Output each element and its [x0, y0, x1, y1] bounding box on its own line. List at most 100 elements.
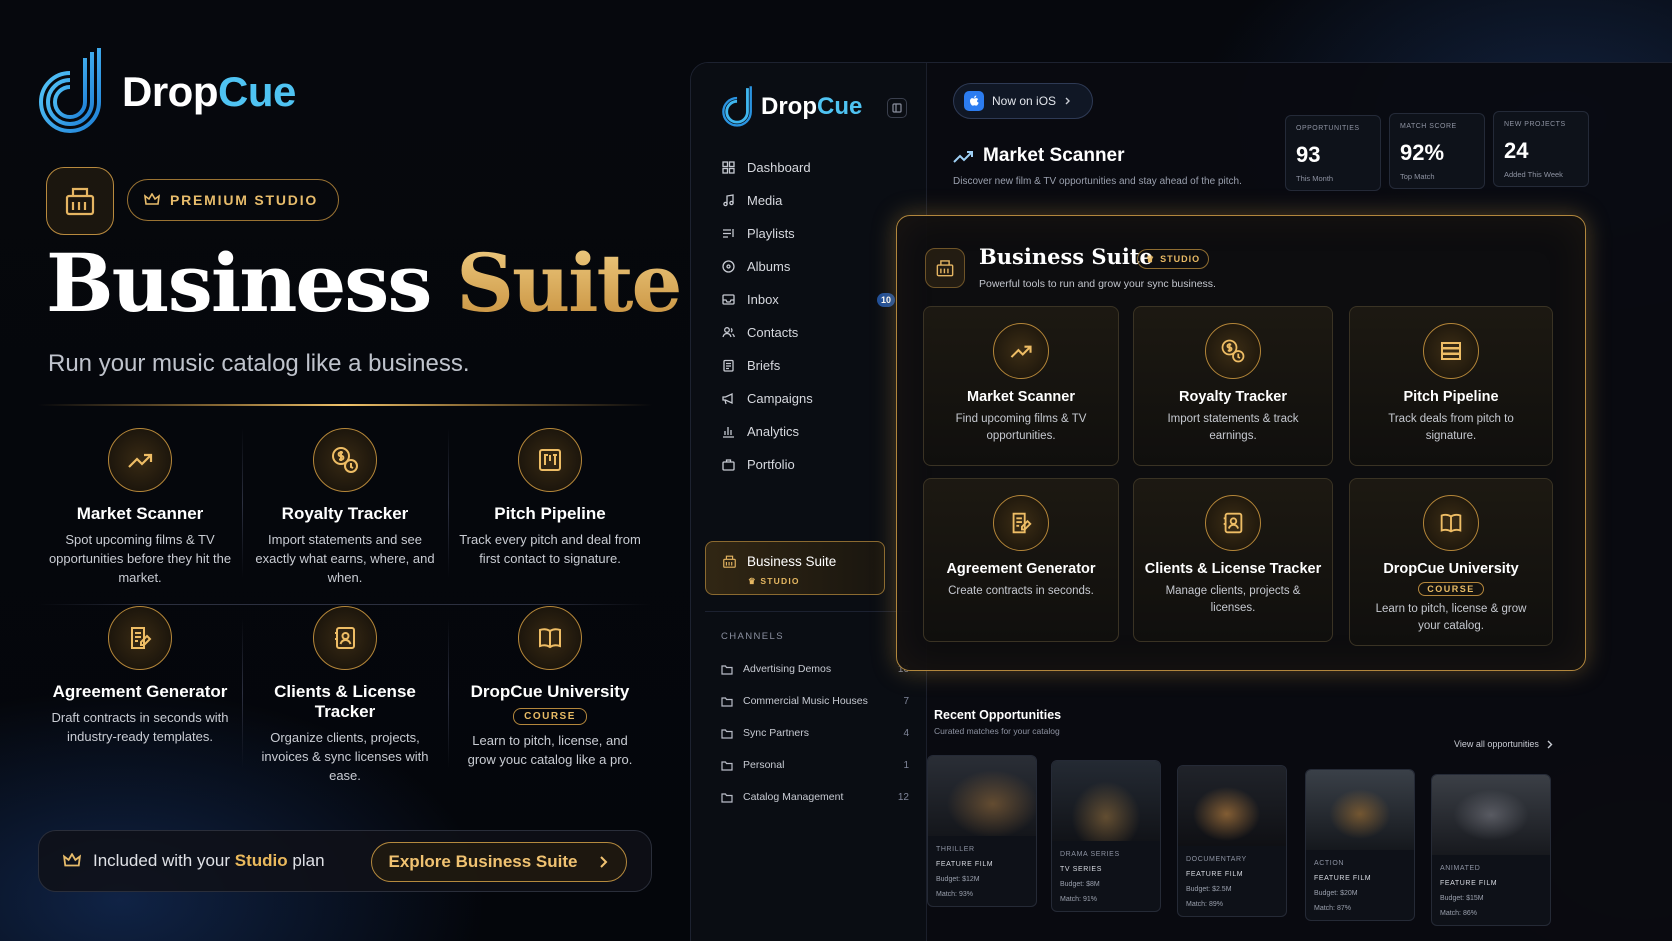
trend-up-icon	[953, 151, 973, 163]
opportunity-card[interactable]: DRAMA SERIES TV SERIES Budget: $8M Match: 9…	[1051, 760, 1161, 912]
sidebar-item-portfolio[interactable]: Portfolio	[721, 448, 911, 481]
now-on-ios-button[interactable]: Now on iOS	[953, 83, 1093, 119]
folder-icon	[721, 728, 733, 739]
stat-opportunities: OPPORTUNITIES 93 This Month	[1285, 115, 1381, 191]
studio-badge: ♛ STUDIO	[1137, 249, 1210, 269]
market-scanner-heading: Market Scanner	[953, 145, 1125, 167]
feature-desc: Organize clients, projects, invoices & s…	[261, 730, 429, 783]
inbox-count-badge: 10	[877, 292, 895, 307]
contacts-icon	[721, 326, 735, 340]
sidebar-item-albums[interactable]: Albums	[721, 250, 911, 283]
playlist-icon	[721, 227, 735, 241]
briefs-icon	[721, 359, 735, 373]
stat-match-score: MATCH SCORE 92% Top Match	[1389, 113, 1485, 189]
explore-business-suite-button[interactable]: Explore Business Suite	[371, 842, 627, 882]
folder-icon	[721, 792, 733, 803]
feature-royalty-tracker: Royalty Tracker Import statements and se…	[243, 428, 447, 587]
sidebar-item-media[interactable]: Media	[721, 184, 911, 217]
recent-opportunities-subtitle: Curated matches for your catalog	[934, 726, 1060, 736]
feature-clients-license-tracker: Clients & License Tracker Organize clien…	[243, 606, 447, 785]
poster-image	[1306, 770, 1414, 850]
card-clients-license-tracker[interactable]: Clients & License Tracker Manage clients,…	[1133, 478, 1333, 642]
feature-pitch-pipeline: Pitch Pipeline Track every pitch and dea…	[448, 428, 652, 568]
poster-image	[1178, 766, 1286, 846]
brand-name: DropCue	[122, 68, 296, 115]
poster-image	[928, 756, 1036, 836]
hero-subtitle: Run your music catalog like a business.	[48, 350, 470, 377]
business-building-icon	[723, 555, 736, 568]
channel-item[interactable]: Sync Partners 4	[721, 717, 917, 749]
feature-desc: Draft contracts in seconds with industry…	[51, 710, 229, 744]
feature-title: Clients & License Tracker	[274, 682, 416, 721]
sidebar-item-briefs[interactable]: Briefs	[721, 349, 911, 382]
contract-icon	[131, 627, 152, 649]
stat-new-projects: NEW PROJECTS 24 Added This Week	[1493, 111, 1589, 187]
channel-item[interactable]: Personal 1	[721, 749, 917, 781]
trend-up-icon	[128, 453, 153, 468]
sidebar-item-campaigns[interactable]: Campaigns	[721, 382, 911, 415]
plan-text: Included with your Studio plan	[93, 851, 325, 870]
trend-up-icon	[1010, 345, 1032, 358]
channels-heading: CHANNELS	[721, 631, 784, 642]
book-icon	[1440, 513, 1462, 533]
channel-item[interactable]: Advertising Demos16	[721, 653, 917, 685]
premium-studio-badge: PREMIUM STUDIO	[127, 179, 340, 221]
card-royalty-tracker[interactable]: Royalty Tracker Import statements & track…	[1133, 306, 1333, 466]
gold-divider	[38, 404, 652, 406]
contract-icon	[1012, 512, 1032, 534]
channel-item[interactable]: Commercial Music Houses 7	[721, 685, 917, 717]
album-icon	[721, 260, 735, 274]
recent-opportunities-title: Recent Opportunities	[934, 708, 1062, 722]
contact-card-icon	[335, 627, 355, 649]
sidebar-item-inbox[interactable]: Inbox 10	[721, 283, 911, 316]
inbox-icon	[721, 293, 735, 307]
studio-plan-bar: Included with your Studio plan Explore B…	[38, 830, 652, 892]
dropcue-logo-icon	[39, 48, 101, 133]
feature-title: Pitch Pipeline	[494, 504, 606, 523]
card-market-scanner[interactable]: Market Scanner Find upcoming films & TV o…	[923, 306, 1119, 466]
opportunity-card[interactable]: DOCUMENTARY FEATURE FILM Budget: $2.5M Matc…	[1177, 765, 1287, 917]
business-building-icon	[46, 167, 114, 235]
feature-title: Royalty Tracker	[281, 504, 409, 523]
market-scanner-subtitle: Discover new film & TV opportunities and…	[953, 176, 1242, 187]
course-badge: COURSE	[1418, 582, 1484, 596]
opportunity-card[interactable]: ANIMATED FEATURE FILM Budget: $15M Match: 8…	[1431, 774, 1551, 926]
sidebar-toggle-icon	[892, 103, 902, 113]
sidebar-logo[interactable]: DropCue	[721, 85, 862, 129]
folder-icon	[721, 760, 733, 771]
panel-title: Business Suite	[979, 244, 1153, 269]
brand-logo: DropCue	[36, 46, 296, 138]
opportunity-card[interactable]: ACTION FEATURE FILM Budget: $20M Match: 87%	[1305, 769, 1415, 921]
sidebar-item-dashboard[interactable]: Dashboard	[721, 151, 911, 184]
grid-icon	[721, 161, 735, 175]
channel-item[interactable]: Catalog Management 12	[721, 781, 917, 813]
sidebar-item-business-suite[interactable]: Business Suite ♛ STUDIO	[705, 541, 885, 595]
hero-title: Business Suite	[46, 236, 682, 330]
view-all-opportunities-link[interactable]: View all opportunities	[1454, 739, 1553, 749]
sidebar-item-playlists[interactable]: Playlists	[721, 217, 911, 250]
feature-desc: Spot upcoming films & TV opportunities b…	[48, 532, 232, 585]
course-badge: COURSE	[513, 708, 587, 725]
sidebar-nav: Dashboard Media Playlists Albums Inbox 10…	[721, 151, 911, 481]
feature-desc: Import statements and see exactly what e…	[255, 532, 435, 585]
folder-icon	[721, 696, 733, 707]
crown-icon	[144, 193, 160, 205]
sidebar-divider	[705, 611, 911, 612]
channel-list: Advertising Demos16 Commercial Music Hou…	[721, 653, 917, 813]
poster-image	[1432, 775, 1550, 855]
business-suite-panel: Business Suite ♛ STUDIO Powerful tools t…	[896, 215, 1586, 671]
card-pitch-pipeline[interactable]: Pitch Pipeline Track deals from pitch to …	[1349, 306, 1553, 466]
collapse-sidebar-button[interactable]	[887, 98, 907, 118]
royalty-icon	[332, 447, 358, 473]
feature-grid: Market Scanner Spot upcoming films & TV …	[38, 428, 652, 808]
card-agreement-generator[interactable]: Agreement Generator Create contracts in s…	[923, 478, 1119, 642]
feature-title: DropCue University	[470, 682, 630, 701]
opportunity-card[interactable]: THRILLER FEATURE FILM Budget: $12M Match: 9…	[927, 755, 1037, 907]
chevron-right-icon	[1065, 97, 1071, 105]
card-dropcue-university[interactable]: DropCue University COURSE Learn to pitch…	[1349, 478, 1553, 646]
sidebar-item-analytics[interactable]: Analytics	[721, 415, 911, 448]
feature-market-scanner: Market Scanner Spot upcoming films & TV …	[38, 428, 242, 587]
feature-title: Agreement Generator	[52, 682, 228, 701]
royalty-icon	[1221, 339, 1245, 363]
sidebar-item-contacts[interactable]: Contacts	[721, 316, 911, 349]
